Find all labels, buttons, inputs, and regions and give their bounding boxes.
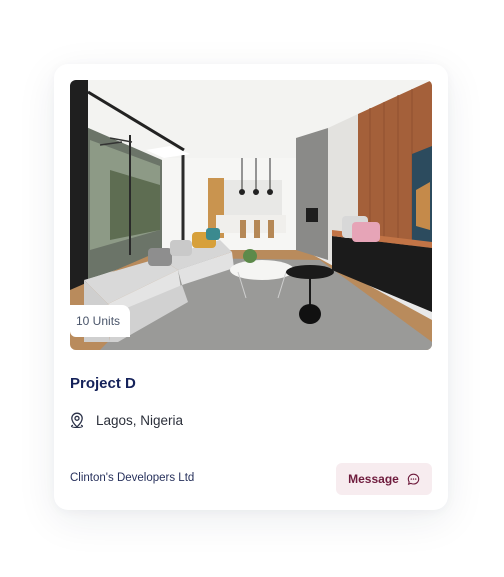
property-card[interactable]: 10 Units Project D Lagos, Nigeria Clinto… xyxy=(54,64,448,510)
message-button[interactable]: Message xyxy=(336,463,432,495)
message-button-label: Message xyxy=(348,472,399,486)
location-pin-icon xyxy=(70,412,84,428)
units-badge: 10 Units xyxy=(70,305,131,337)
chat-bubble-icon xyxy=(407,473,420,485)
units-badge-label: 10 Units xyxy=(76,314,121,328)
page-background: 10 Units Project D Lagos, Nigeria Clinto… xyxy=(0,0,504,577)
project-title[interactable]: Project D xyxy=(70,375,136,392)
location-label: Lagos, Nigeria xyxy=(96,412,184,428)
developer-name[interactable]: Clinton's Developers Ltd xyxy=(70,472,194,484)
project-location: Lagos, Nigeria xyxy=(70,412,183,428)
